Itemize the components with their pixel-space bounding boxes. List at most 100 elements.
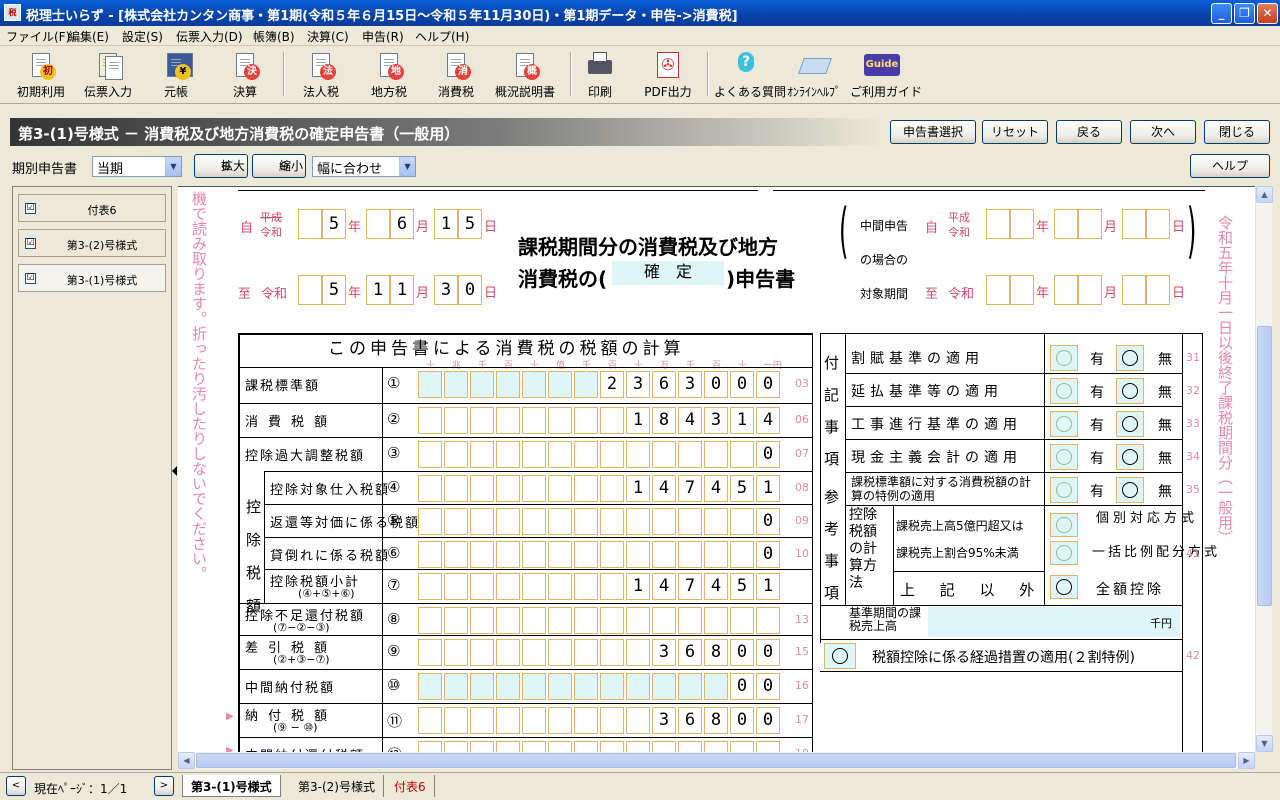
note-option-selected[interactable]: [1116, 411, 1144, 437]
digit-cell[interactable]: 6: [652, 371, 676, 398]
tb-ledger-button[interactable]: ¥ 元帳: [150, 48, 202, 102]
digit-cell[interactable]: [496, 707, 520, 734]
scroll-down-icon[interactable]: ▼: [1256, 735, 1273, 752]
digit-cell[interactable]: [678, 541, 702, 568]
checkbox[interactable]: ☑: [25, 238, 36, 249]
digit-cell[interactable]: [444, 573, 468, 600]
from-year-ones[interactable]: 5: [322, 209, 346, 239]
next-page-button[interactable]: >: [154, 776, 174, 796]
zoom-out-button[interactable]: ⊖ 縮小: [252, 154, 306, 178]
menu-voucher[interactable]: 伝票入力(D): [176, 28, 243, 45]
digit-cell[interactable]: 0: [756, 371, 780, 398]
digit-cell[interactable]: [496, 673, 520, 700]
interim-year-ones[interactable]: [1010, 275, 1034, 305]
digit-cell[interactable]: [574, 673, 598, 700]
select-form-button[interactable]: 申告書選択: [890, 120, 976, 144]
digit-cell[interactable]: [600, 475, 624, 502]
close-button[interactable]: ✕: [1257, 3, 1278, 24]
digit-cell[interactable]: [418, 441, 442, 468]
digit-cell[interactable]: [652, 607, 676, 634]
digit-cell[interactable]: [548, 475, 572, 502]
digit-cell[interactable]: [626, 673, 650, 700]
tab-fuhyo6[interactable]: 付表6: [386, 775, 435, 797]
digit-cell[interactable]: [444, 707, 468, 734]
digit-cell[interactable]: [730, 441, 754, 468]
digit-cell[interactable]: [600, 441, 624, 468]
sidebar-item-fuhyo6[interactable]: ☑ 付表6: [18, 194, 166, 222]
digit-cell[interactable]: [600, 707, 624, 734]
note-option-selected[interactable]: [1116, 345, 1144, 371]
digit-cell[interactable]: [470, 639, 494, 666]
digit-cell[interactable]: [548, 441, 572, 468]
digit-cell[interactable]: [418, 573, 442, 600]
interim-month-ones[interactable]: [1078, 209, 1102, 239]
to-year-ones[interactable]: 5: [322, 275, 346, 305]
tab-form3-2[interactable]: 第3-(2)号様式: [290, 775, 384, 797]
digit-cell[interactable]: [418, 741, 442, 752]
digit-cell[interactable]: 4: [652, 475, 676, 502]
digit-cell[interactable]: [522, 741, 546, 752]
menu-filing[interactable]: 申告(R): [362, 28, 404, 45]
digit-cell[interactable]: [496, 639, 520, 666]
vertical-scrollbar[interactable]: ▲ ▼: [1255, 186, 1273, 752]
tb-initial-button[interactable]: 初 初期利用: [10, 48, 72, 102]
digit-cell[interactable]: [522, 607, 546, 634]
method-option-3[interactable]: [1050, 575, 1078, 599]
digit-cell[interactable]: [418, 475, 442, 502]
digit-cell[interactable]: 8: [652, 407, 676, 434]
digit-cell[interactable]: 1: [626, 573, 650, 600]
scroll-up-icon[interactable]: ▲: [1256, 186, 1273, 203]
digit-cell[interactable]: [548, 541, 572, 568]
tb-faq-button[interactable]: ? よくある質問: [714, 48, 786, 102]
digit-cell[interactable]: [444, 441, 468, 468]
digit-cell[interactable]: 4: [756, 407, 780, 434]
digit-cell[interactable]: [678, 741, 702, 752]
to-month-tens[interactable]: 1: [366, 275, 390, 305]
digit-cell[interactable]: [574, 639, 598, 666]
digit-cell[interactable]: [756, 741, 780, 752]
digit-cell[interactable]: 0: [756, 639, 780, 666]
digit-cell[interactable]: 0: [756, 508, 780, 535]
digit-cell[interactable]: 1: [730, 407, 754, 434]
next-button[interactable]: 次へ: [1130, 120, 1196, 144]
digit-cell[interactable]: [470, 508, 494, 535]
digit-cell[interactable]: 0: [730, 639, 754, 666]
digit-cell[interactable]: [418, 707, 442, 734]
digit-cell[interactable]: [496, 741, 520, 752]
digit-cell[interactable]: [470, 707, 494, 734]
digit-cell[interactable]: 0: [756, 673, 780, 700]
vertical-scroll-thumb[interactable]: [1257, 326, 1272, 606]
interim-day-ones[interactable]: [1146, 275, 1170, 305]
digit-cell[interactable]: [522, 475, 546, 502]
digit-cell[interactable]: 1: [756, 475, 780, 502]
digit-cell[interactable]: 6: [678, 707, 702, 734]
close-form-button[interactable]: 閉じる: [1204, 120, 1270, 144]
digit-cell[interactable]: [652, 508, 676, 535]
digit-cell[interactable]: [496, 475, 520, 502]
fit-width-select[interactable]: 幅に合わせ ▼: [312, 156, 416, 177]
digit-cell[interactable]: [574, 508, 598, 535]
digit-cell[interactable]: [730, 741, 754, 752]
scroll-left-icon[interactable]: ◀: [178, 752, 195, 769]
method-option-2[interactable]: [1050, 541, 1078, 565]
transition-option[interactable]: [824, 643, 856, 669]
from-day-ones[interactable]: 5: [458, 209, 482, 239]
digit-cell[interactable]: [496, 371, 520, 398]
digit-cell[interactable]: [730, 541, 754, 568]
digit-cell[interactable]: [574, 541, 598, 568]
digit-cell[interactable]: [548, 673, 572, 700]
digit-cell[interactable]: 3: [652, 639, 676, 666]
interim-day-tens[interactable]: [1122, 209, 1146, 239]
digit-cell[interactable]: 4: [652, 573, 676, 600]
digit-cell[interactable]: [522, 407, 546, 434]
digit-cell[interactable]: [704, 741, 728, 752]
digit-cell[interactable]: [470, 475, 494, 502]
digit-cell[interactable]: [548, 508, 572, 535]
digit-cell[interactable]: [444, 508, 468, 535]
sidebar-item-form3-1[interactable]: ☑ 第3-(1)号様式: [18, 264, 166, 292]
note-option-none[interactable]: [1050, 378, 1078, 404]
digit-cell[interactable]: [574, 441, 598, 468]
note-option-none[interactable]: [1050, 477, 1078, 503]
digit-cell[interactable]: [600, 541, 624, 568]
note-option-none[interactable]: [1050, 345, 1078, 371]
